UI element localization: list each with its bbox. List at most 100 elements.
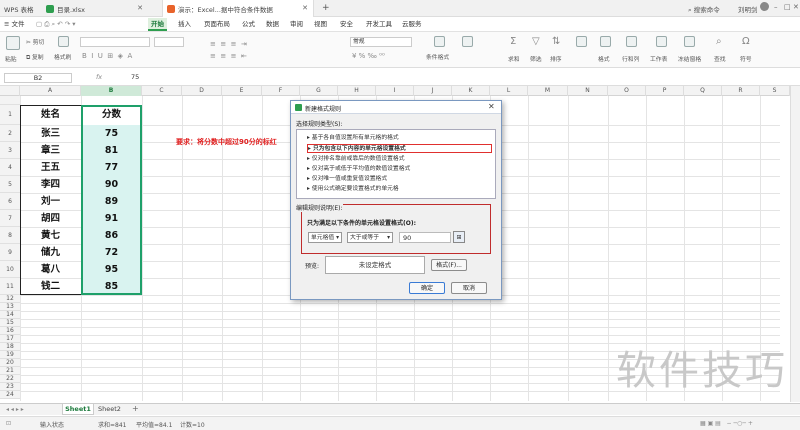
format-painter-icon[interactable]	[58, 36, 69, 47]
font-style-buttons[interactable]: B I U ⊞ ◈ A	[82, 52, 132, 60]
sort-button[interactable]: 排序	[550, 54, 562, 63]
fx-icon[interactable]: fx	[96, 73, 102, 81]
column-header[interactable]: F	[262, 86, 300, 96]
alignment-buttons-2[interactable]: ≡ ≡ ≡ ⇤	[210, 52, 247, 60]
add-sheet-icon[interactable]: +	[132, 404, 139, 413]
format-icon[interactable]	[600, 36, 611, 47]
row-header[interactable]: 3	[0, 142, 20, 159]
font-family-select[interactable]	[80, 37, 150, 47]
column-header[interactable]: C	[142, 86, 182, 96]
sheet-tab-sheet1[interactable]: Sheet1	[62, 404, 94, 415]
user-name[interactable]: 刘明剑	[738, 4, 758, 14]
row-header[interactable]: 11	[0, 278, 20, 295]
row-header[interactable]: 10	[0, 261, 20, 278]
conditional-format-button[interactable]: 条件格式	[426, 52, 449, 61]
cut-button[interactable]: ✂ 剪切	[26, 37, 44, 46]
column-header[interactable]: G	[300, 86, 338, 96]
row-header[interactable]: 1	[0, 105, 20, 125]
tab-current-file[interactable]: 演示：Excel...据中符合条件数据 ✕	[162, 0, 314, 17]
row-header[interactable]: 16	[0, 327, 20, 335]
menu-item-page-layout[interactable]: 页面布局	[204, 18, 230, 31]
avatar[interactable]	[760, 2, 769, 11]
row-header[interactable]: 21	[0, 367, 20, 375]
row-header[interactable]: 14	[0, 311, 20, 319]
row-header[interactable]: 22	[0, 375, 20, 383]
row-header[interactable]: 18	[0, 343, 20, 351]
column-header[interactable]: S	[760, 86, 790, 96]
rule-type-list[interactable]: ▸ 基于各自值设置所有单元格的格式 ▸ 只为包含以下内容的单元格设置格式 ▸ 仅…	[296, 129, 496, 199]
row-header[interactable]: 6	[0, 193, 20, 210]
status-sum[interactable]: 求和=841	[98, 420, 126, 429]
column-header[interactable]: O	[608, 86, 646, 96]
column-header[interactable]: R	[722, 86, 760, 96]
find-button[interactable]: 查找	[714, 54, 726, 63]
cancel-button[interactable]: 取消	[451, 282, 487, 294]
formula-input[interactable]: 75	[131, 73, 139, 81]
find-icon[interactable]: ⌕	[716, 36, 722, 47]
row-header[interactable]: 15	[0, 319, 20, 327]
row-header[interactable]: 9	[0, 244, 20, 261]
copy-button[interactable]: ⧉ 复制	[26, 52, 44, 62]
row-header[interactable]: 24	[0, 391, 20, 399]
close-icon[interactable]: ✕	[137, 4, 143, 12]
row-header[interactable]: 7	[0, 210, 20, 227]
maximize-icon[interactable]: □	[784, 3, 791, 11]
row-header[interactable]: 5	[0, 176, 20, 193]
worksheet-button[interactable]: 工作表	[650, 54, 667, 63]
sum-button[interactable]: 求和	[508, 54, 520, 63]
column-header[interactable]: K	[452, 86, 490, 96]
column-header[interactable]: D	[182, 86, 222, 96]
row-header[interactable]: 17	[0, 335, 20, 343]
view-mode-icons[interactable]: ▦ ▣ ▤ − ─○─ +	[700, 420, 753, 427]
quick-access-icons[interactable]: ▢ ⎙ ⌕ ↶ ↷ ▾	[36, 18, 75, 31]
row-header[interactable]: 23	[0, 383, 20, 391]
row-header[interactable]: 12	[0, 295, 20, 303]
symbol-icon[interactable]: Ω	[742, 36, 750, 47]
worksheet-icon[interactable]	[656, 36, 667, 47]
search-command[interactable]: ⌕ 搜索命令	[688, 4, 720, 15]
sum-icon[interactable]: Σ	[510, 36, 516, 47]
column-header[interactable]: M	[528, 86, 568, 96]
rows-cols-icon[interactable]	[626, 36, 637, 47]
column-header[interactable]: L	[490, 86, 528, 96]
file-menu[interactable]: ≡ 文件	[4, 18, 25, 31]
menu-item-data[interactable]: 数据	[266, 18, 279, 31]
number-format-select[interactable]: 常规	[350, 37, 412, 47]
menu-item-view[interactable]: 视图	[314, 18, 327, 31]
rule-item[interactable]: ▸ 使用公式确定要设置格式的单元格	[307, 185, 492, 194]
rule-item[interactable]: ▸ 仅对排名靠前或靠后的数值设置格式	[307, 155, 492, 164]
paste-icon[interactable]	[6, 36, 20, 50]
value-input[interactable]: 90	[399, 232, 451, 243]
column-header[interactable]: J	[414, 86, 452, 96]
alignment-buttons[interactable]: ≡ ≡ ≡ ⇥	[210, 40, 247, 48]
menu-item-home[interactable]: 开始	[148, 18, 167, 31]
column-header[interactable]: H	[338, 86, 376, 96]
row-header[interactable]: 4	[0, 159, 20, 176]
menu-item-cloud[interactable]: 云服务	[402, 18, 422, 31]
new-tab-icon[interactable]: +	[322, 3, 330, 13]
fill-icon[interactable]	[576, 36, 587, 47]
row-header[interactable]: 19	[0, 351, 20, 359]
column-header[interactable]: Q	[684, 86, 722, 96]
range-picker-icon[interactable]: ⊞	[453, 231, 465, 243]
conditional-format-icon[interactable]	[434, 36, 445, 47]
operator-select[interactable]: 大于或等于 ▾	[347, 232, 393, 243]
row-header[interactable]: 20	[0, 359, 20, 367]
minimize-icon[interactable]: –	[774, 3, 778, 11]
row-header[interactable]: 13	[0, 303, 20, 311]
filter-icon[interactable]: ▽	[532, 36, 540, 47]
format-painter-button[interactable]: 格式刷	[54, 52, 71, 61]
row-header[interactable]: 2	[0, 125, 20, 142]
rule-item-selected[interactable]: ▸ 只为包含以下内容的单元格设置格式	[307, 144, 492, 153]
menu-item-formulas[interactable]: 公式	[242, 18, 255, 31]
column-header[interactable]: A	[20, 86, 81, 96]
status-average[interactable]: 平均值=84.1	[136, 420, 172, 429]
menu-item-developer[interactable]: 开发工具	[366, 18, 392, 31]
sort-icon[interactable]: ⇅	[552, 36, 560, 47]
format-button[interactable]: 格式	[598, 54, 610, 63]
sheet-tab-sheet2[interactable]: Sheet2	[98, 405, 121, 413]
rule-item[interactable]: ▸ 仅对高于或低于平均值的数值设置格式	[307, 165, 492, 174]
paste-button[interactable]: 粘贴	[5, 54, 17, 63]
menu-item-insert[interactable]: 插入	[178, 18, 191, 31]
symbol-button[interactable]: 符号	[740, 54, 752, 63]
